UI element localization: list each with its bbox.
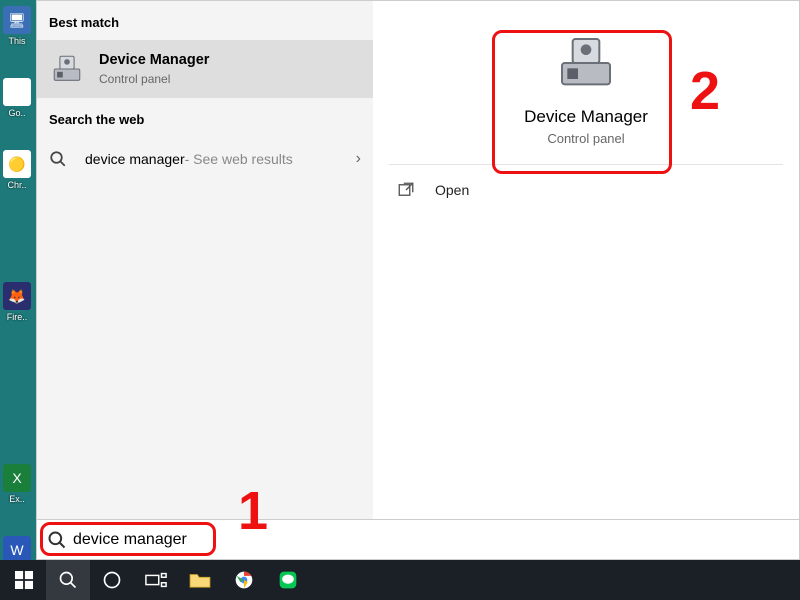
open-label: Open xyxy=(435,182,469,198)
chrome-button[interactable] xyxy=(222,560,266,600)
desktop-icon-label: Go.. xyxy=(0,108,34,118)
desktop-icon[interactable]: 🦊 Fire.. xyxy=(0,282,34,334)
chrome-icon: 🟡 xyxy=(3,150,31,178)
excel-icon: X xyxy=(3,464,31,492)
result-subtitle: Control panel xyxy=(99,72,209,86)
search-icon xyxy=(49,150,73,168)
file-explorer-button[interactable] xyxy=(178,560,222,600)
open-icon xyxy=(397,181,419,199)
pc-icon: 🖥 xyxy=(3,6,31,34)
desktop-icon-label: This xyxy=(0,36,34,46)
search-input[interactable] xyxy=(69,527,789,553)
web-search-result[interactable]: device manager - See web results › xyxy=(37,137,373,181)
desktop-icon-label: Chr.. xyxy=(0,180,34,190)
results-column: Best match Device Manager Control panel … xyxy=(37,1,373,519)
desktop-icon[interactable]: 🖥 This xyxy=(0,6,34,58)
detail-card: Device Manager Control panel xyxy=(497,29,675,146)
detail-column: Device Manager Control panel Open xyxy=(373,1,799,519)
desktop-icon[interactable]: 🟡 Chr.. xyxy=(0,150,34,202)
taskbar-search-button[interactable] xyxy=(46,560,90,600)
start-search-panel: Best match Device Manager Control panel … xyxy=(36,0,800,560)
result-title: Device Manager xyxy=(99,52,209,69)
web-query-text: device manager xyxy=(85,151,185,167)
desktop-icon-strip: 🖥 This Go.. 🟡 Chr.. 🦊 Fire.. X Ex.. W We… xyxy=(0,0,36,560)
detail-subtitle: Control panel xyxy=(497,131,675,146)
device-manager-icon xyxy=(49,51,85,87)
search-web-heading: Search the web xyxy=(37,98,373,137)
app-icon xyxy=(3,78,31,106)
best-match-result[interactable]: Device Manager Control panel xyxy=(37,40,373,98)
web-hint-text: - See web results xyxy=(185,151,293,167)
desktop-icon[interactable]: Go.. xyxy=(0,78,34,130)
start-button[interactable] xyxy=(2,560,46,600)
detail-title: Device Manager xyxy=(497,107,675,127)
desktop-icon-label: Fire.. xyxy=(0,312,34,322)
search-bar[interactable] xyxy=(37,519,799,559)
search-icon xyxy=(47,530,69,550)
line-app-button[interactable] xyxy=(266,560,310,600)
chevron-right-icon: › xyxy=(356,150,361,168)
device-manager-icon-large xyxy=(552,29,620,97)
desktop-icon[interactable]: X Ex.. xyxy=(0,464,34,516)
best-match-heading: Best match xyxy=(37,1,373,40)
firefox-icon: 🦊 xyxy=(3,282,31,310)
open-action[interactable]: Open xyxy=(373,165,799,215)
desktop-icon-label: Ex.. xyxy=(0,494,34,504)
cortana-button[interactable] xyxy=(90,560,134,600)
taskbar xyxy=(0,560,800,600)
task-view-button[interactable] xyxy=(134,560,178,600)
